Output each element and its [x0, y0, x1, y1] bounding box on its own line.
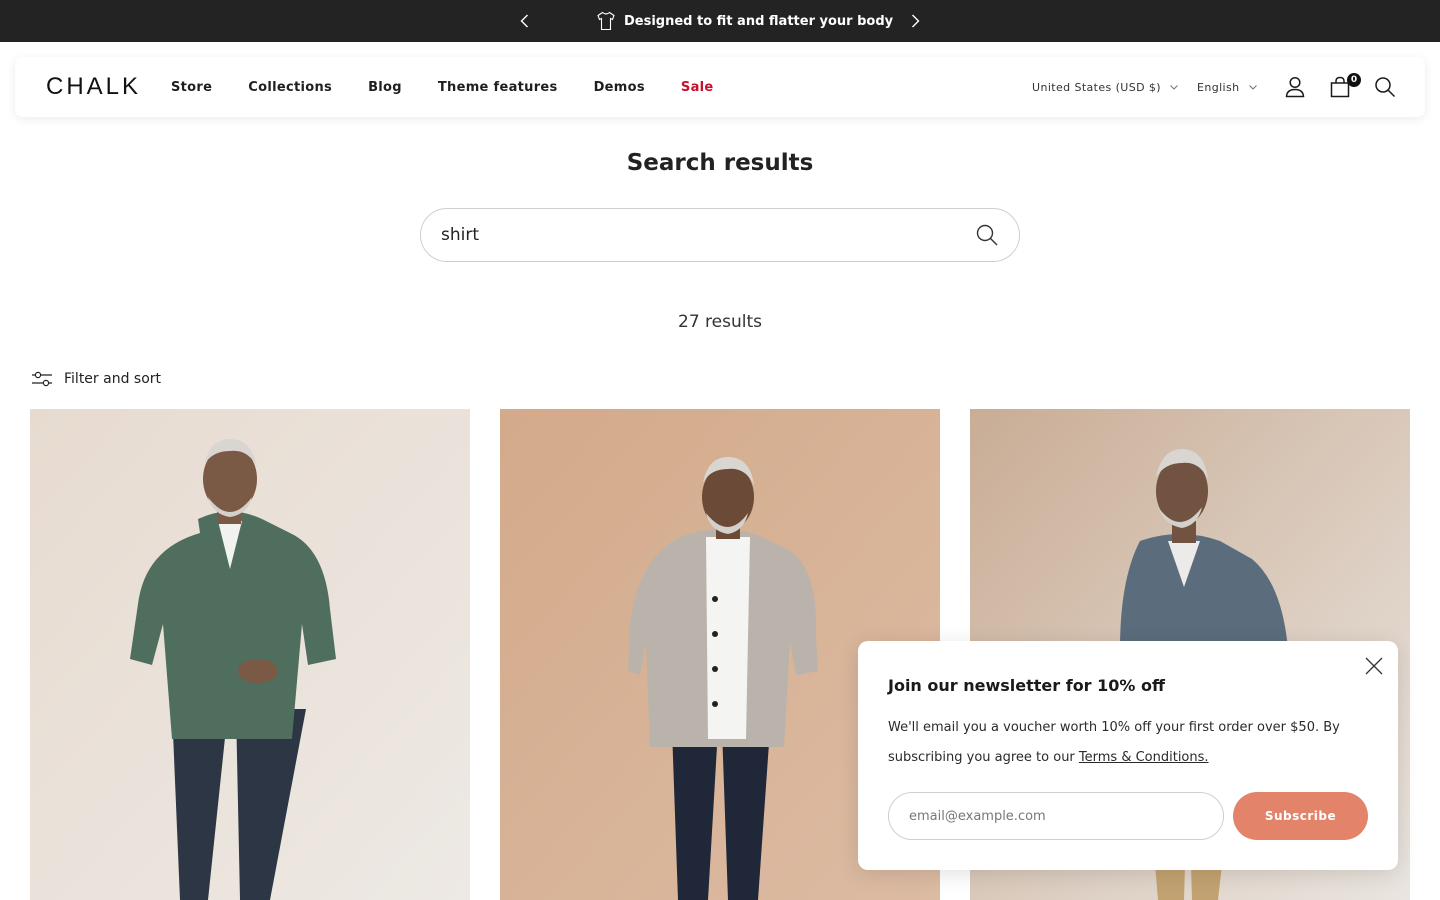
nav-item-blog[interactable]: Blog — [368, 80, 402, 95]
currency-label: United States (USD $) — [1032, 80, 1161, 94]
chevron-down-icon — [1170, 85, 1178, 90]
sliders-icon — [32, 371, 52, 387]
previous-announcement-button[interactable] — [515, 11, 535, 31]
search-submit-button[interactable] — [975, 223, 999, 247]
newsletter-title: Join our newsletter for 10% off — [888, 676, 1165, 695]
language-label: English — [1197, 80, 1240, 94]
nav-item-theme-features[interactable]: Theme features — [438, 80, 558, 95]
subscribe-button[interactable]: Subscribe — [1233, 792, 1368, 840]
filter-label: Filter and sort — [64, 371, 162, 387]
nav-item-demos[interactable]: Demos — [594, 80, 645, 95]
filter-and-sort-button[interactable]: Filter and sort — [31, 366, 161, 392]
product-card[interactable] — [30, 409, 470, 900]
language-selector[interactable]: English — [1197, 57, 1258, 117]
page-title: Search results — [626, 150, 814, 176]
store-logo[interactable]: CHALK — [46, 73, 141, 101]
close-popup-button[interactable] — [1362, 654, 1386, 678]
announcement-message: Designed to fit and flatter your body — [597, 0, 893, 42]
nav-item-store[interactable]: Store — [171, 80, 212, 95]
chevron-left-icon — [520, 14, 528, 28]
header-search-button[interactable] — [1373, 75, 1397, 99]
main-nav: Store Collections Blog Theme features De… — [171, 57, 750, 117]
currency-selector[interactable]: United States (USD $) — [1032, 57, 1179, 117]
site-header: CHALK Store Collections Blog Theme featu… — [15, 57, 1425, 117]
user-icon — [1285, 76, 1305, 98]
chevron-right-icon — [912, 14, 920, 28]
email-field[interactable] — [888, 792, 1224, 840]
close-icon — [1365, 657, 1383, 675]
account-button[interactable] — [1283, 75, 1307, 99]
chevron-down-icon — [1248, 85, 1257, 90]
tshirt-icon — [597, 11, 615, 31]
search-form — [420, 208, 1020, 262]
announcement-text: Designed to fit and flatter your body — [624, 13, 894, 29]
results-count: 27 results — [678, 312, 762, 332]
search-input[interactable] — [441, 209, 961, 261]
search-icon — [976, 224, 998, 246]
cart-count-badge: 0 — [1347, 73, 1361, 87]
nav-item-collections[interactable]: Collections — [248, 80, 332, 95]
terms-link[interactable]: Terms & Conditions. — [1079, 750, 1209, 765]
product-image — [30, 409, 470, 900]
newsletter-description: We'll email you a voucher worth 10% off … — [888, 713, 1358, 773]
nav-item-sale[interactable]: Sale — [681, 80, 714, 95]
announcement-bar: Designed to fit and flatter your body — [0, 0, 1440, 42]
newsletter-popup: Join our newsletter for 10% off We'll em… — [858, 641, 1398, 870]
search-icon — [1375, 77, 1396, 98]
next-announcement-button[interactable] — [905, 11, 925, 31]
